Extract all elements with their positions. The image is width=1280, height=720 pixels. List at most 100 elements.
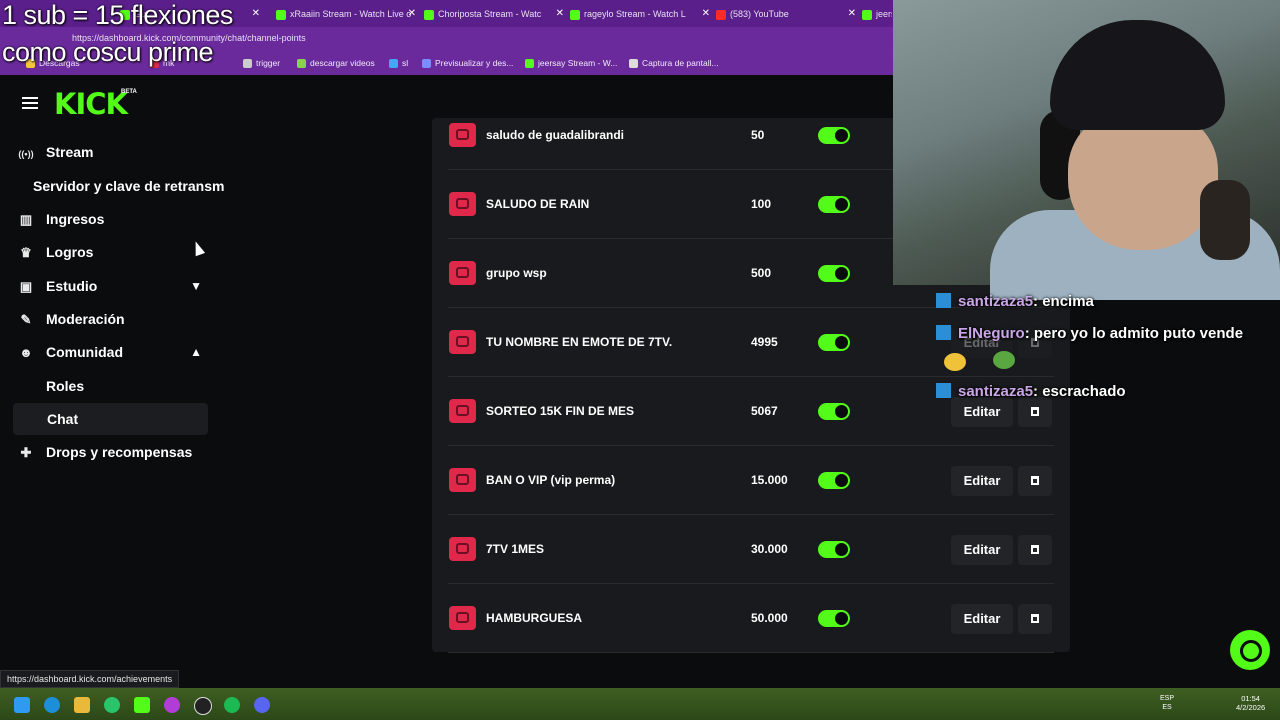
sidebar-item-roles[interactable]: Roles — [46, 371, 84, 401]
delete-icon[interactable] — [1018, 535, 1052, 565]
close-tab-icon[interactable]: ✕ — [556, 4, 564, 24]
menu-icon[interactable] — [22, 94, 38, 110]
reward-enabled-toggle[interactable] — [818, 403, 850, 420]
browser-tab[interactable]: (583) YouTube ✕ — [716, 4, 856, 24]
sidebar-item-server-key[interactable]: Servidor y clave de retransm — [33, 171, 224, 201]
close-tab-icon[interactable]: ✕ — [702, 4, 710, 24]
kick-logo[interactable]: KICK — [54, 87, 128, 121]
windows-taskbar — [0, 688, 1280, 720]
close-tab-icon[interactable]: ✕ — [408, 4, 416, 24]
reward-icon — [449, 330, 476, 354]
edge-icon[interactable] — [44, 697, 60, 713]
discord-icon[interactable] — [254, 697, 270, 713]
bookmark-label: jeersay Stream - W... — [538, 58, 618, 68]
reward-cost: 15.000 — [751, 473, 788, 487]
browser-tab[interactable]: Choriposta Stream - Watc ✕ — [424, 4, 564, 24]
edit-button[interactable]: Editar — [951, 604, 1013, 634]
bookmark-item[interactable]: Captura de pantall... — [629, 58, 719, 69]
sidebar-item-ingresos[interactable]: ▥ Ingresos — [18, 204, 208, 234]
bookmark-label: Previsualizar y des... — [435, 58, 514, 68]
sidebar-item-comunidad[interactable]: ☻ Comunidad ▲ — [18, 337, 208, 367]
sidebar-item-label: Stream — [46, 144, 94, 160]
headset-icon — [1240, 640, 1262, 662]
reward-name: TU NOMBRE EN EMOTE DE 7TV. — [486, 335, 673, 349]
delete-icon[interactable] — [1018, 466, 1052, 496]
sidebar-item-label: Comunidad — [46, 344, 123, 360]
sidebar-item-chat[interactable]: Chat — [47, 404, 78, 434]
sidebar-item-drops[interactable]: ✚ Drops y recompensas — [18, 437, 208, 467]
reward-name: SALUDO DE RAIN — [486, 197, 590, 211]
browser-tab[interactable]: xRaaiin Stream - Watch Live o ✕ — [276, 4, 416, 24]
sidebar-item-label: Estudio — [46, 278, 98, 294]
reward-name: SORTEO 15K FIN DE MES — [486, 404, 635, 418]
close-tab-icon[interactable]: ✕ — [252, 4, 260, 24]
reward-enabled-toggle[interactable] — [818, 541, 850, 558]
webcam-person-face — [1068, 110, 1218, 250]
bookmark-icon — [525, 59, 534, 69]
wrench-icon: ✎ — [20, 312, 32, 327]
chat-message: santizaza5: encima — [936, 293, 1094, 310]
chart-icon: ▥ — [19, 212, 33, 227]
edit-button[interactable]: Editar — [951, 397, 1013, 427]
browser-tab[interactable]: jeers — [862, 4, 892, 24]
edit-button[interactable]: Editar — [951, 535, 1013, 565]
obs-icon[interactable] — [194, 697, 212, 715]
sidebar-item-stream[interactable]: ((•)) Stream — [18, 137, 208, 167]
reward-enabled-toggle[interactable] — [818, 127, 850, 144]
reward-row: HAMBURGUESA 50.000 Editar — [432, 584, 1070, 653]
bookmark-item[interactable]: Previsualizar y des... — [422, 58, 514, 69]
bookmark-item[interactable]: jeersay Stream - W... — [525, 58, 618, 69]
reward-cost: 50 — [751, 128, 765, 142]
kick-icon[interactable] — [134, 697, 150, 713]
reward-icon — [449, 399, 476, 423]
reward-enabled-toggle[interactable] — [818, 196, 850, 213]
stream-overlay-text: como coscu prime — [2, 37, 214, 67]
subscriber-badge-icon — [936, 325, 951, 340]
gift-icon: ✚ — [20, 445, 32, 460]
bookmark-label: descargar videos — [310, 58, 375, 68]
support-button[interactable] — [1230, 630, 1270, 670]
sidebar-item-estudio[interactable]: ▣ Estudio ▼ — [18, 271, 208, 301]
chevron-down-icon[interactable]: ▼ — [190, 271, 202, 301]
app-icon[interactable] — [164, 697, 180, 713]
chevron-up-icon[interactable]: ▲ — [190, 337, 202, 367]
reward-cost: 500 — [751, 266, 772, 280]
tab-label: jeers — [876, 9, 892, 19]
spotify-icon[interactable] — [224, 697, 240, 713]
bookmark-item[interactable]: descargar videos — [297, 58, 375, 69]
edit-button[interactable]: Editar — [951, 466, 1013, 496]
reward-enabled-toggle[interactable] — [818, 610, 850, 627]
broadcast-icon: ((•)) — [18, 149, 34, 159]
delete-icon[interactable] — [1018, 397, 1052, 427]
reward-enabled-toggle[interactable] — [818, 265, 850, 282]
close-tab-icon[interactable]: ✕ — [848, 4, 856, 24]
people-icon: ☻ — [19, 345, 33, 360]
subscriber-badge-icon — [936, 383, 951, 398]
reward-cost: 4995 — [751, 335, 778, 349]
sidebar-item-label: Logros — [46, 244, 94, 260]
sidebar-item-logros[interactable]: ♛ Logros — [18, 237, 208, 267]
webcam-mate-cup — [1200, 180, 1250, 260]
bookmark-icon — [389, 59, 398, 69]
reward-icon — [449, 468, 476, 492]
sidebar-item-moderacion[interactable]: ✎ Moderación — [18, 304, 208, 334]
clock[interactable]: 01:54 4/2/2026 — [1236, 694, 1265, 712]
chat-text: : pero yo lo admito puto vende — [1024, 325, 1244, 342]
whatsapp-icon[interactable] — [104, 697, 120, 713]
tab-favicon-icon — [424, 9, 434, 20]
reward-enabled-toggle[interactable] — [818, 472, 850, 489]
start-icon[interactable] — [14, 697, 30, 713]
reward-row: BAN O VIP (vip perma) 15.000 Editar — [432, 446, 1070, 515]
bookmark-item[interactable]: sl — [389, 58, 408, 69]
delete-icon[interactable] — [1018, 604, 1052, 634]
file-explorer-icon[interactable] — [74, 697, 90, 713]
chat-username: ElNeguro — [958, 325, 1025, 342]
bookmark-label: trigger — [256, 58, 281, 68]
chat-message: santizaza5: escrachado — [936, 383, 1126, 400]
emote-icon — [993, 351, 1015, 369]
browser-tab[interactable]: rageylo Stream - Watch L ✕ — [570, 4, 710, 24]
reward-enabled-toggle[interactable] — [818, 334, 850, 351]
language-indicator[interactable]: ESP ES — [1160, 694, 1174, 712]
bookmark-item[interactable]: trigger — [243, 58, 281, 69]
sidebar-item-label: Drops y recompensas — [46, 444, 193, 460]
